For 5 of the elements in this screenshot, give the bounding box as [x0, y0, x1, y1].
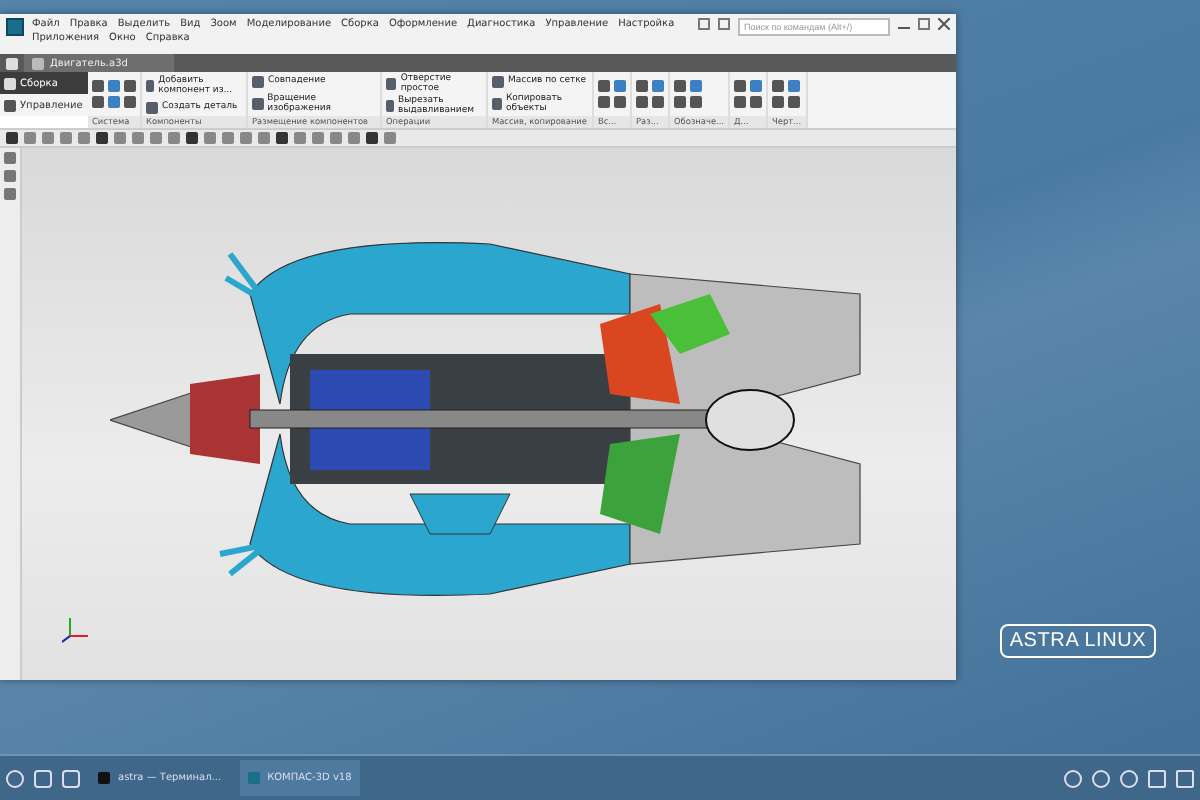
- axis-triad-icon: [62, 616, 90, 644]
- maximize-button[interactable]: [918, 18, 930, 30]
- close-button[interactable]: [938, 18, 950, 30]
- app-icon: [6, 18, 24, 36]
- brand-logo: ASTRA LINUX: [999, 624, 1157, 658]
